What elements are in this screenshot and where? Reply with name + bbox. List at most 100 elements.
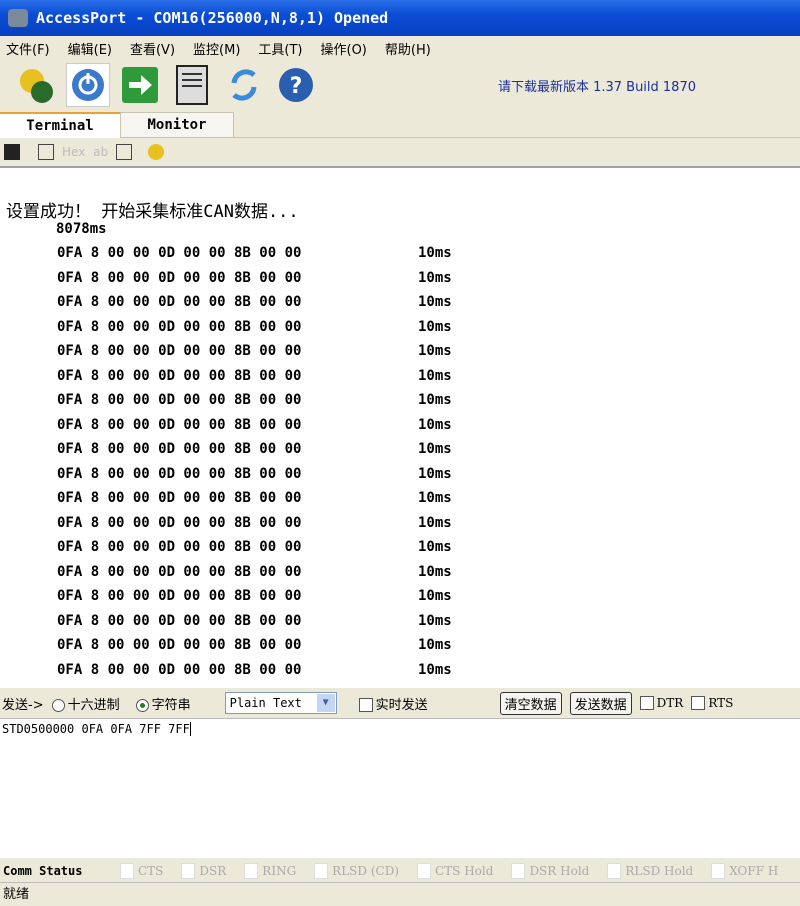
menu-edit[interactable]: 编辑(E) (68, 39, 112, 58)
menu-help[interactable]: 帮助(H) (385, 39, 431, 58)
status-text: 就绪 (3, 887, 30, 902)
gears-icon (20, 69, 53, 103)
data-row: 0FA 8 00 00 0D 00 00 8B 00 00 10ms (57, 294, 452, 310)
data-row: 0FA 8 00 00 0D 00 00 8B 00 00 10ms (57, 465, 452, 482)
format-select[interactable]: Plain Text ▼ (224, 692, 337, 714)
menu-monitor[interactable]: 监控(M) (193, 39, 240, 58)
refresh-icon (231, 69, 257, 101)
comm-indicator: CTS (120, 862, 164, 879)
row-data: 0FA 8 00 00 0D 00 00 8B 00 00 (57, 343, 302, 359)
row-interval: 10ms (418, 465, 452, 482)
comm-indicator: RLSD (CD) (314, 862, 399, 879)
row-data: 0FA 8 00 00 0D 00 00 8B 00 00 (57, 563, 302, 580)
row-interval: 10ms (418, 637, 452, 653)
data-row: 0FA 8 00 00 0D 00 00 8B 00 00 10ms (57, 441, 452, 457)
data-row: 0FA 8 00 00 0D 00 00 8B 00 00 10ms (57, 416, 452, 433)
menu-tools[interactable]: 工具(T) (258, 39, 302, 58)
tab-monitor[interactable]: Monitor (120, 112, 234, 138)
send-data-button[interactable]: 发送数据 (569, 691, 632, 715)
indicator-led (417, 862, 431, 879)
row-interval: 10ms (418, 563, 452, 580)
data-row: 0FA 8 00 00 0D 00 00 8B 00 00 10ms (57, 319, 452, 335)
string-radio-label: 字符串 (151, 697, 191, 713)
send-input[interactable]: STD0500000 0FA 0FA 7FF 7FF (0, 718, 800, 858)
rts-checkbox[interactable]: RTS (691, 696, 733, 711)
comm-indicator: CTS Hold (417, 862, 493, 879)
row-data: 0FA 8 00 00 0D 00 00 8B 00 00 (57, 294, 302, 310)
realtime-send-checkbox[interactable]: 实时发送 (358, 694, 428, 713)
app-icon (8, 9, 28, 27)
row-interval: 10ms (418, 612, 452, 629)
data-row: 0FA 8 00 00 0D 00 00 8B 00 00 10ms (57, 588, 452, 604)
menu-file[interactable]: 文件(F) (6, 39, 50, 58)
log-button[interactable] (170, 63, 214, 107)
hex-radio[interactable]: 十六进制 (51, 694, 120, 713)
data-row: 0FA 8 00 00 0D 00 00 8B 00 00 10ms (57, 490, 452, 506)
terminal-message: 设置成功！ 开始采集标准CAN数据... (6, 202, 299, 222)
row-data: 0FA 8 00 00 0D 00 00 8B 00 00 (57, 661, 302, 678)
settings-button[interactable] (14, 63, 58, 107)
arrow-right-icon (122, 67, 158, 103)
row-data: 0FA 8 00 00 0D 00 00 8B 00 00 (57, 465, 302, 482)
dtr-checkbox[interactable]: DTR (639, 695, 684, 711)
indicator-label: XOFF H (729, 863, 779, 878)
indicator-label: CTS (138, 863, 164, 878)
data-row: 0FA 8 00 00 0D 00 00 8B 00 00 10ms (57, 392, 452, 408)
row-data: 0FA 8 00 00 0D 00 00 8B 00 00 (57, 612, 302, 629)
row-data: 0FA 8 00 00 0D 00 00 8B 00 00 (57, 637, 302, 653)
help-icon: ? (279, 68, 313, 102)
open-close-port-button[interactable] (66, 63, 110, 107)
row-interval: 10ms (418, 294, 452, 310)
document-icon (176, 65, 208, 105)
data-row: 0FA 8 00 00 0D 00 00 8B 00 00 10ms (57, 539, 452, 555)
terminal-toolbar: Hex ab (0, 138, 800, 168)
terminal-time: 8078ms (56, 221, 107, 237)
refresh-button[interactable] (222, 63, 266, 107)
row-data: 0FA 8 00 00 0D 00 00 8B 00 00 (57, 441, 302, 457)
save-icon[interactable] (4, 144, 20, 160)
hex-toggle[interactable]: Hex (62, 145, 85, 159)
row-interval: 10ms (418, 441, 452, 457)
menu-bar: 文件(F) 编辑(E) 查看(V) 监控(M) 工具(T) 操作(O) 帮助(H… (0, 36, 800, 60)
send-options-bar: 发送-> 十六进制 字符串 Plain Text ▼ 实时发送 清空数据 发送数据… (0, 688, 800, 718)
import-icon[interactable] (38, 144, 54, 160)
row-data: 0FA 8 00 00 0D 00 00 8B 00 00 (57, 514, 302, 531)
comm-status-label: Comm Status (3, 863, 83, 878)
update-link[interactable]: 请下载最新版本 1.37 Build 1870 (498, 76, 696, 95)
row-interval: 10ms (418, 245, 452, 261)
comm-indicator: RLSD Hold (607, 862, 693, 879)
row-interval: 10ms (418, 318, 452, 335)
terminal-output[interactable]: 设置成功！ 开始采集标准CAN数据... 8078ms 0FA 8 00 00 … (0, 168, 800, 688)
indicator-led (314, 862, 329, 879)
row-data: 0FA 8 00 00 0D 00 00 8B 00 00 (57, 392, 302, 408)
indicator-led (711, 862, 726, 879)
indicator-label: RLSD (CD) (332, 863, 399, 878)
row-interval: 10ms (418, 367, 452, 384)
edit-icon[interactable] (116, 144, 133, 160)
indicator-led (511, 862, 526, 879)
help-button[interactable]: ? (274, 63, 318, 107)
menu-operate[interactable]: 操作(O) (321, 39, 367, 58)
row-interval: 10ms (418, 514, 452, 531)
row-interval: 10ms (418, 490, 452, 506)
data-row: 0FA 8 00 00 0D 00 00 8B 00 00 10ms (57, 514, 452, 531)
svg-text:?: ? (290, 74, 303, 99)
row-interval: 10ms (418, 269, 452, 286)
indicator-led (607, 862, 622, 879)
ab-toggle[interactable]: ab (93, 145, 108, 159)
send-label: 发送-> (2, 697, 44, 713)
tab-terminal[interactable]: Terminal (0, 112, 120, 138)
indicator-led (120, 862, 134, 879)
send-button[interactable] (118, 63, 162, 107)
send-input-text: STD0500000 0FA 0FA 7FF 7FF (2, 722, 190, 736)
string-radio[interactable]: 字符串 (135, 694, 191, 713)
indicator-label: RING (262, 863, 297, 878)
row-data: 0FA 8 00 00 0D 00 00 8B 00 00 (57, 490, 302, 506)
row-interval: 10ms (418, 588, 452, 604)
clear-data-button[interactable]: 清空数据 (499, 691, 562, 715)
menu-view[interactable]: 查看(V) (130, 39, 175, 58)
dtr-label: DTR (656, 695, 684, 710)
row-data: 0FA 8 00 00 0D 00 00 8B 00 00 (57, 416, 302, 433)
data-row: 0FA 8 00 00 0D 00 00 8B 00 00 10ms (57, 563, 452, 580)
crlf-icon[interactable] (148, 144, 165, 160)
